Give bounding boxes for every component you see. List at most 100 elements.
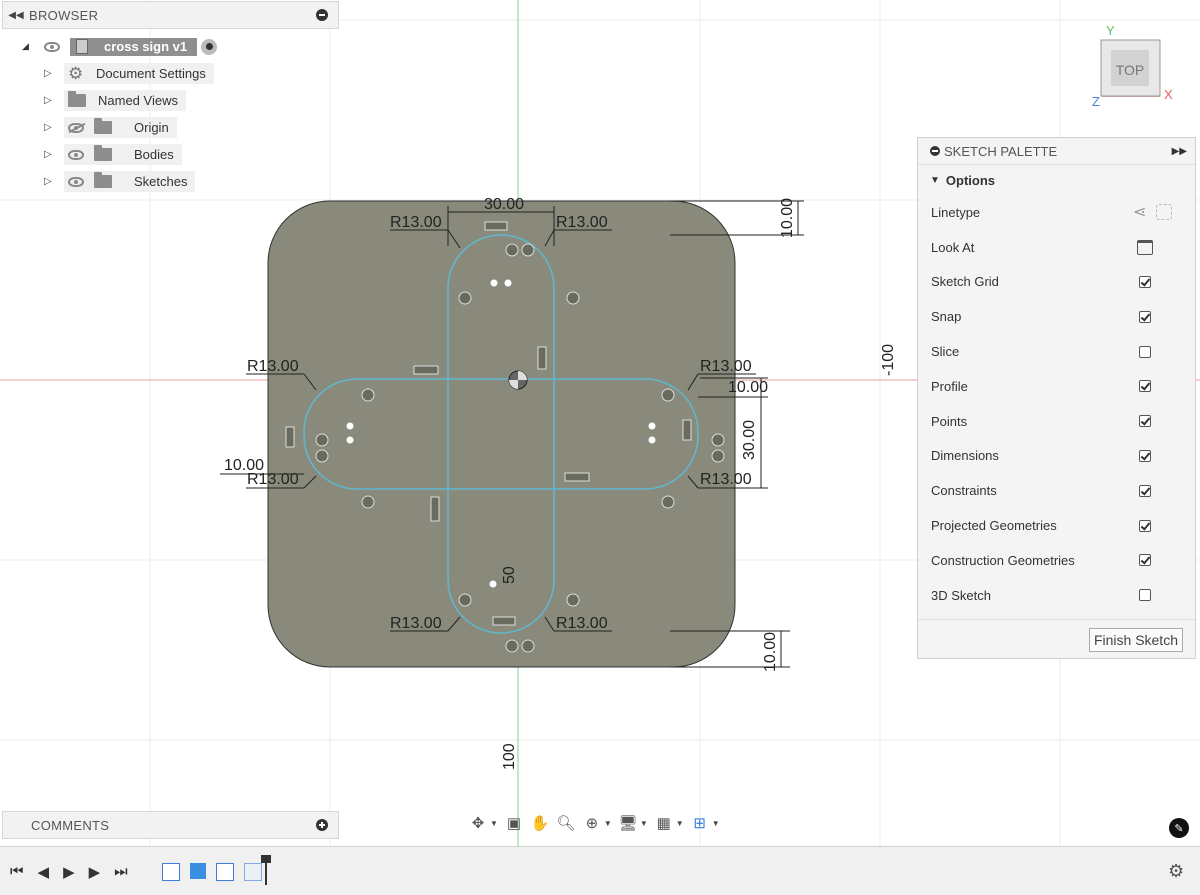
row-label: Look At: [931, 239, 975, 255]
hidden-eye-icon[interactable]: [68, 122, 84, 133]
add-comment-button[interactable]: [316, 819, 328, 831]
sketch-feature-icon[interactable]: [216, 863, 234, 881]
expand-arrow-icon[interactable]: ▷: [22, 122, 64, 133]
dim-radius-left-top: R13.00: [247, 358, 299, 375]
palette-row-constraints: Constraints: [918, 473, 1195, 508]
grid-settings-icon[interactable]: ▦: [654, 814, 674, 832]
sketch-mode-icon[interactable]: ✎: [1169, 818, 1189, 838]
slice-checkbox[interactable]: [1139, 345, 1151, 358]
palette-row-sketch-grid: Sketch Grid: [918, 265, 1195, 300]
dim-radius-bottom-left: R13.00: [390, 615, 442, 632]
constraints-checkbox[interactable]: [1139, 484, 1151, 497]
chevron-down-icon[interactable]: ▼: [490, 819, 498, 828]
browser-minimize-button[interactable]: [316, 9, 328, 21]
go-to-start-icon[interactable]: ⏮: [10, 863, 24, 881]
dim-radius-right-bottom: R13.00: [700, 471, 752, 488]
collapse-browser-icon[interactable]: ◀◀: [3, 10, 29, 21]
finish-sketch-button[interactable]: Finish Sketch: [1088, 628, 1183, 652]
row-label: Dimensions: [931, 448, 999, 464]
play-icon[interactable]: ▶︎: [63, 863, 75, 881]
snap-checkbox[interactable]: [1139, 310, 1151, 323]
dim-radius-right-top: R13.00: [700, 358, 752, 375]
timeline-marker[interactable]: [261, 855, 271, 885]
gear-icon: ⚙: [68, 63, 84, 83]
browser-panel-header: ◀◀ BROWSER: [2, 1, 339, 29]
visibility-eye-icon[interactable]: [68, 149, 84, 160]
palette-row-snap: Snap: [918, 299, 1195, 334]
expand-arrow-icon[interactable]: ▷: [22, 176, 64, 187]
pan-hand-icon[interactable]: ✋: [530, 814, 550, 832]
orbit-icon[interactable]: ✥: [468, 814, 488, 832]
dim-radius-top-right: R13.00: [556, 214, 608, 231]
3d-sketch-checkbox[interactable]: [1139, 589, 1151, 602]
navigation-toolbar: ✥ ▼ ▣ ✋ 🔍︎ ⊕ ▼ 🖥︎ ▼ ▦ ▼ ⊞ ▼: [468, 809, 736, 837]
comments-panel-header: COMMENTS: [2, 811, 339, 839]
dim-left-gap: 10.00: [224, 457, 264, 474]
sketch-grid-checkbox[interactable]: [1139, 275, 1151, 288]
tree-root[interactable]: ◢ cross sign v1: [22, 33, 322, 60]
folder-icon: [94, 118, 112, 134]
palette-row-construction-geometries: Construction Geometries: [918, 543, 1195, 578]
timeline-settings-gear-icon[interactable]: ⚙: [1168, 861, 1184, 882]
viewcube-face: TOP: [1116, 62, 1145, 78]
tree-item-origin[interactable]: ▷ Origin: [22, 114, 322, 141]
chevron-down-icon[interactable]: ▼: [676, 819, 684, 828]
tree-item-label: Named Views: [98, 93, 178, 108]
chevron-down-icon[interactable]: ▼: [640, 819, 648, 828]
row-label: Linetype: [931, 204, 981, 220]
chevron-down-icon[interactable]: ▼: [604, 819, 612, 828]
dim-center-label: 50: [501, 566, 518, 584]
origin-point-icon: [508, 370, 528, 390]
palette-row-profile: Profile: [918, 369, 1195, 404]
look-at-icon[interactable]: [1137, 239, 1153, 255]
construction-linetype-icon[interactable]: ⋖: [1133, 202, 1146, 222]
tree-item-sketches[interactable]: ▷ Sketches: [22, 168, 322, 195]
look-at-icon[interactable]: ▣: [504, 814, 524, 832]
timeline-controls: ⏮ ◀︎ ▶︎ ▶︎ ⏭: [10, 863, 128, 881]
component-icon: [76, 39, 88, 54]
view-cube[interactable]: TOP Y X Z: [1092, 23, 1173, 109]
activate-radio-icon[interactable]: [201, 38, 218, 55]
sketch-feature-icon[interactable]: [162, 863, 180, 881]
tree-item-named-views[interactable]: ▷ Named Views: [22, 87, 322, 114]
options-section-header[interactable]: ▼ Options: [918, 165, 1195, 195]
row-label: Constraints: [931, 483, 997, 499]
palette-row-look-at: Look At: [918, 230, 1195, 265]
viewports-icon[interactable]: ⊞: [690, 814, 710, 832]
step-forward-icon[interactable]: ▶︎: [89, 863, 101, 881]
expand-arrow-icon[interactable]: ▷: [22, 68, 64, 79]
tree-item-document-settings[interactable]: ▷ ⚙ Document Settings: [22, 60, 322, 87]
sketch-feature-icon[interactable]: [244, 863, 262, 881]
visibility-eye-icon[interactable]: [44, 41, 60, 52]
centerline-linetype-icon[interactable]: [1156, 204, 1173, 221]
profile-checkbox[interactable]: [1139, 380, 1151, 393]
row-label: Points: [931, 413, 968, 429]
tree-item-label: Bodies: [134, 147, 174, 162]
display-settings-icon[interactable]: 🖥︎: [618, 814, 638, 832]
tree-item-bodies[interactable]: ▷ Bodies: [22, 141, 322, 168]
options-expand-icon[interactable]: ▼: [918, 175, 940, 186]
palette-row-dimensions: Dimensions: [918, 439, 1195, 474]
chevron-down-icon[interactable]: ▼: [712, 819, 720, 828]
step-back-icon[interactable]: ◀︎: [38, 863, 50, 881]
extrude-feature-icon[interactable]: [190, 863, 206, 879]
dimensions-checkbox[interactable]: [1139, 449, 1151, 462]
palette-minimize-icon[interactable]: [930, 146, 940, 156]
construction-geometries-checkbox[interactable]: [1139, 554, 1151, 567]
expand-arrow-icon[interactable]: ◢: [22, 41, 44, 52]
expand-arrow-icon[interactable]: ▷: [22, 95, 64, 106]
expand-arrow-icon[interactable]: ▷: [22, 149, 64, 160]
zoom-window-icon[interactable]: ⊕: [582, 814, 602, 832]
body-profile: [267, 200, 736, 668]
zoom-icon[interactable]: 🔍︎: [556, 814, 576, 832]
tree-item-label: Document Settings: [96, 66, 206, 81]
palette-expand-icon[interactable]: ▶▶: [1172, 146, 1187, 157]
go-to-end-icon[interactable]: ⏭: [114, 863, 128, 881]
projected-geometries-checkbox[interactable]: [1139, 519, 1151, 532]
folder-icon: [94, 172, 112, 188]
points-checkbox[interactable]: [1139, 415, 1151, 428]
visibility-eye-icon[interactable]: [68, 176, 84, 187]
palette-row-linetype: Linetype ⋖: [918, 195, 1195, 230]
root-node[interactable]: cross sign v1: [70, 37, 198, 56]
axis-z-label: Z: [1092, 94, 1100, 109]
